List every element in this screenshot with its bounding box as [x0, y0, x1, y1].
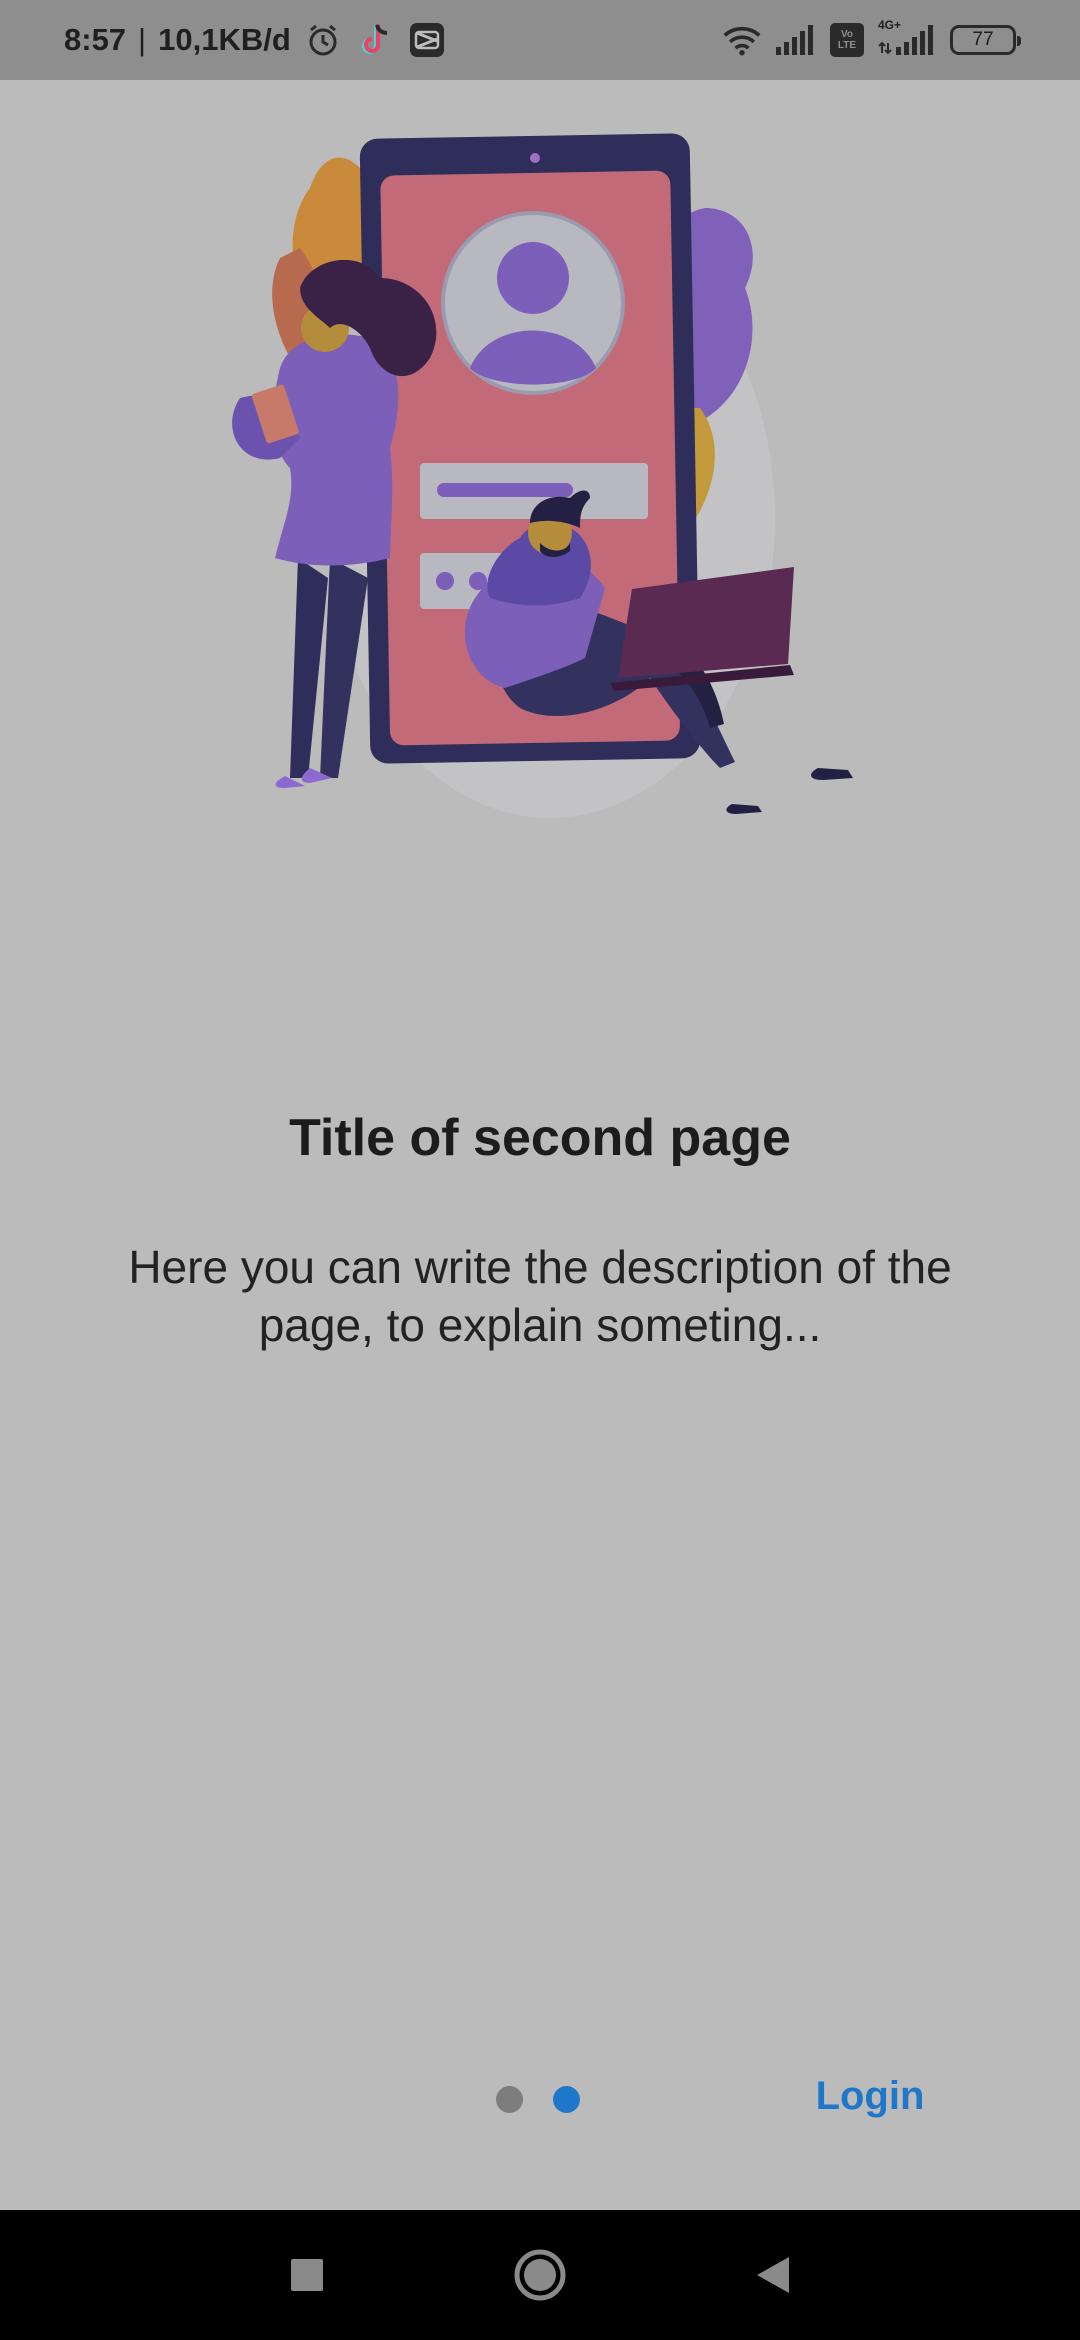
- login-button[interactable]: Login: [800, 2074, 940, 2119]
- page-dot-1[interactable]: [496, 2086, 523, 2113]
- recent-apps-icon[interactable]: [267, 2235, 347, 2315]
- network-speed: 10,1KB/d: [158, 22, 291, 57]
- wifi-icon: [722, 20, 762, 60]
- volte-line2: LTE: [837, 40, 857, 51]
- page-dot-2-active[interactable]: [553, 2086, 580, 2113]
- status-bar-right: Vo LTE 4G+ 77: [722, 18, 1021, 60]
- signal-icon: [776, 20, 816, 60]
- status-bar-left: 8:57 | 10,1KB/d: [64, 20, 447, 60]
- home-icon[interactable]: [500, 2235, 580, 2315]
- page-indicator: [496, 2086, 580, 2113]
- volte-icon: Vo LTE: [830, 23, 864, 57]
- alarm-icon: [303, 20, 343, 60]
- status-time: 8:57: [64, 22, 127, 57]
- network-type-label: 4G+: [878, 18, 902, 32]
- page-description: Here you can write the description of th…: [128, 1241, 952, 1351]
- battery-icon: 77: [950, 25, 1021, 55]
- battery-level: 77: [972, 29, 994, 50]
- signal-4g-icon: 4G+: [878, 18, 936, 60]
- status-separator: |: [138, 22, 147, 57]
- tiktok-icon: [355, 20, 395, 60]
- navigation-bar: [0, 2210, 1080, 2340]
- onboarding-illustration: [232, 133, 853, 818]
- status-bar: 8:57 | 10,1KB/d Vo LTE 4G+ 77: [0, 0, 1080, 80]
- volte-line1: Vo: [840, 29, 854, 40]
- back-icon[interactable]: [733, 2235, 813, 2315]
- page-title: Title of second page: [289, 1109, 791, 1167]
- capcut-icon: [407, 20, 447, 60]
